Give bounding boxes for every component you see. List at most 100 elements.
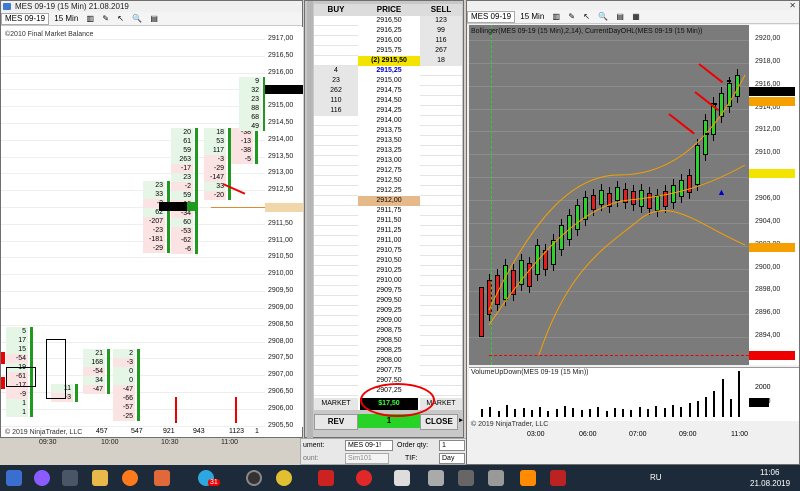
price-chart[interactable]: ▲: [469, 25, 749, 365]
dom-row[interactable]: 2911,75: [314, 206, 462, 216]
firefox-icon[interactable]: [122, 470, 138, 486]
app-circle-icon[interactable]: [246, 470, 262, 486]
zoom-icon[interactable]: 🔍: [595, 10, 611, 24]
pencil-icon[interactable]: ✎: [99, 12, 112, 26]
dom-row[interactable]: 2913,25: [314, 146, 462, 156]
dom-row[interactable]: 2910,00: [314, 276, 462, 286]
dom-price-cell: 2911,75: [358, 206, 420, 216]
dom-row[interactable]: 2909,25: [314, 306, 462, 316]
dom-row[interactable]: 2907,75: [314, 366, 462, 376]
app-white-icon[interactable]: [394, 470, 410, 486]
left-price-tick: 2908,50: [268, 320, 294, 328]
bar-chart-icon[interactable]: ▥: [550, 10, 564, 24]
dom-row[interactable]: 2912,00: [314, 196, 462, 206]
cursor-icon[interactable]: ↖: [580, 10, 593, 24]
delta-cell: 2: [113, 349, 135, 358]
bar-chart-icon[interactable]: ▥: [84, 12, 98, 26]
dom-row[interactable]: 2909,50: [314, 296, 462, 306]
dom-row[interactable]: 110 2914,50: [314, 96, 462, 106]
dom-row[interactable]: 2913,00: [314, 156, 462, 166]
dom-row[interactable]: (2) 2915,50 18: [314, 56, 462, 66]
dom-row[interactable]: 2909,75: [314, 286, 462, 296]
chart-trader-icon[interactable]: ▦: [629, 10, 643, 24]
opera-icon[interactable]: [356, 470, 372, 486]
pencil-icon[interactable]: ✎: [565, 10, 578, 24]
dom-sell-cell[interactable]: 99: [420, 26, 462, 36]
app-red-icon[interactable]: [318, 470, 334, 486]
dom-sell-header: SELL: [430, 5, 452, 14]
start-icon[interactable]: [6, 470, 22, 486]
delta-cell: 18: [204, 128, 226, 137]
right-instrument-select[interactable]: MES 09-19: [467, 11, 516, 23]
dom-row[interactable]: 2914,00: [314, 116, 462, 126]
dom-buy-cell[interactable]: 262: [314, 86, 358, 96]
app-gray-icon[interactable]: [488, 470, 504, 486]
dom-row[interactable]: 2908,00: [314, 356, 462, 366]
clock-date[interactable]: 21.08.2019: [750, 479, 790, 488]
account-select[interactable]: Sim101: [345, 453, 389, 464]
dom-row[interactable]: 2911,00: [314, 236, 462, 246]
dom-price-cell: 2915,75: [358, 46, 420, 56]
chrome-icon[interactable]: [276, 470, 292, 486]
dom-row[interactable]: 2908,25: [314, 346, 462, 356]
dom-row[interactable]: 2910,75: [314, 246, 462, 256]
left-instrument-select[interactable]: MES 09-19: [1, 13, 50, 25]
dom-row[interactable]: 2908,75: [314, 326, 462, 336]
app-grid-icon[interactable]: [428, 470, 444, 486]
dom-market-buy[interactable]: MARKET: [314, 398, 358, 410]
dom-row[interactable]: 2910,50: [314, 256, 462, 266]
dom-row[interactable]: 2912,50: [314, 176, 462, 186]
app-dark-icon[interactable]: [458, 470, 474, 486]
alice-icon[interactable]: [34, 470, 50, 486]
dom-row[interactable]: 2916,25 99: [314, 26, 462, 36]
dom-ladder[interactable]: 2916,50 123 2916,25 99 2916,00 116 2915,75 267(…: [314, 16, 462, 398]
dom-row[interactable]: 2916,00 116: [314, 36, 462, 46]
dom-sell-cell[interactable]: 267: [420, 46, 462, 56]
order-qty-field[interactable]: 1: [439, 440, 465, 451]
box-marker: [6, 367, 36, 387]
dom-row[interactable]: 2911,25: [314, 226, 462, 236]
app-red2-icon[interactable]: [550, 470, 566, 486]
dom-row[interactable]: 2912,75: [314, 166, 462, 176]
instrument-select[interactable]: MES 09-1!: [345, 440, 393, 451]
close-button[interactable]: CLOSE: [420, 414, 458, 430]
dom-row[interactable]: 2913,50: [314, 136, 462, 146]
rev-button[interactable]: REV: [314, 414, 358, 430]
dom-buy-cell[interactable]: 4: [314, 66, 358, 76]
dom-row[interactable]: 2915,75 267: [314, 46, 462, 56]
clock-time[interactable]: 11:06: [760, 468, 779, 477]
dom-buy-cell[interactable]: 116: [314, 106, 358, 116]
dom-row[interactable]: 2909,00: [314, 316, 462, 326]
task-view-icon[interactable]: [62, 470, 78, 486]
properties-icon[interactable]: ▤: [613, 10, 627, 24]
dom-row[interactable]: 2910,25: [314, 266, 462, 276]
dom-row[interactable]: 2908,50: [314, 336, 462, 346]
dom-row[interactable]: 262 2914,75: [314, 86, 462, 96]
dom-row[interactable]: 116 2914,25: [314, 106, 462, 116]
window-close-icon[interactable]: ✕: [789, 1, 796, 10]
dom-sell-cell[interactable]: 123: [420, 16, 462, 26]
dom-row[interactable]: 2916,50 123: [314, 16, 462, 26]
file-explorer-icon[interactable]: [92, 470, 108, 486]
right-interval-select[interactable]: 15 Min: [517, 10, 547, 24]
left-interval-select[interactable]: 15 Min: [51, 12, 81, 26]
tif-select[interactable]: Day: [439, 453, 465, 464]
dom-row[interactable]: 2913,75: [314, 126, 462, 136]
dom-buy-cell[interactable]: 23: [314, 76, 358, 86]
vlc-icon[interactable]: [520, 470, 536, 486]
dom-buy-cell[interactable]: 110: [314, 96, 358, 106]
app-a-icon[interactable]: [154, 470, 170, 486]
language-indicator[interactable]: RU: [650, 473, 662, 482]
dom-row[interactable]: 4 2915,25: [314, 66, 462, 76]
bar-column-line: [107, 349, 110, 394]
right-price-tick: 2910,00: [755, 149, 781, 157]
dom-row[interactable]: 2911,50: [314, 216, 462, 226]
zoom-icon[interactable]: 🔍: [129, 12, 145, 26]
dom-sell-cell[interactable]: 18: [420, 56, 462, 66]
dom-sell-cell[interactable]: 116: [420, 36, 462, 46]
properties-icon[interactable]: ▤: [147, 12, 161, 26]
dom-row[interactable]: 2912,25: [314, 186, 462, 196]
dom-row[interactable]: 23 2915,00: [314, 76, 462, 86]
cursor-icon[interactable]: ↖: [114, 12, 127, 26]
dom-scroll-right[interactable]: ▸: [458, 414, 464, 428]
